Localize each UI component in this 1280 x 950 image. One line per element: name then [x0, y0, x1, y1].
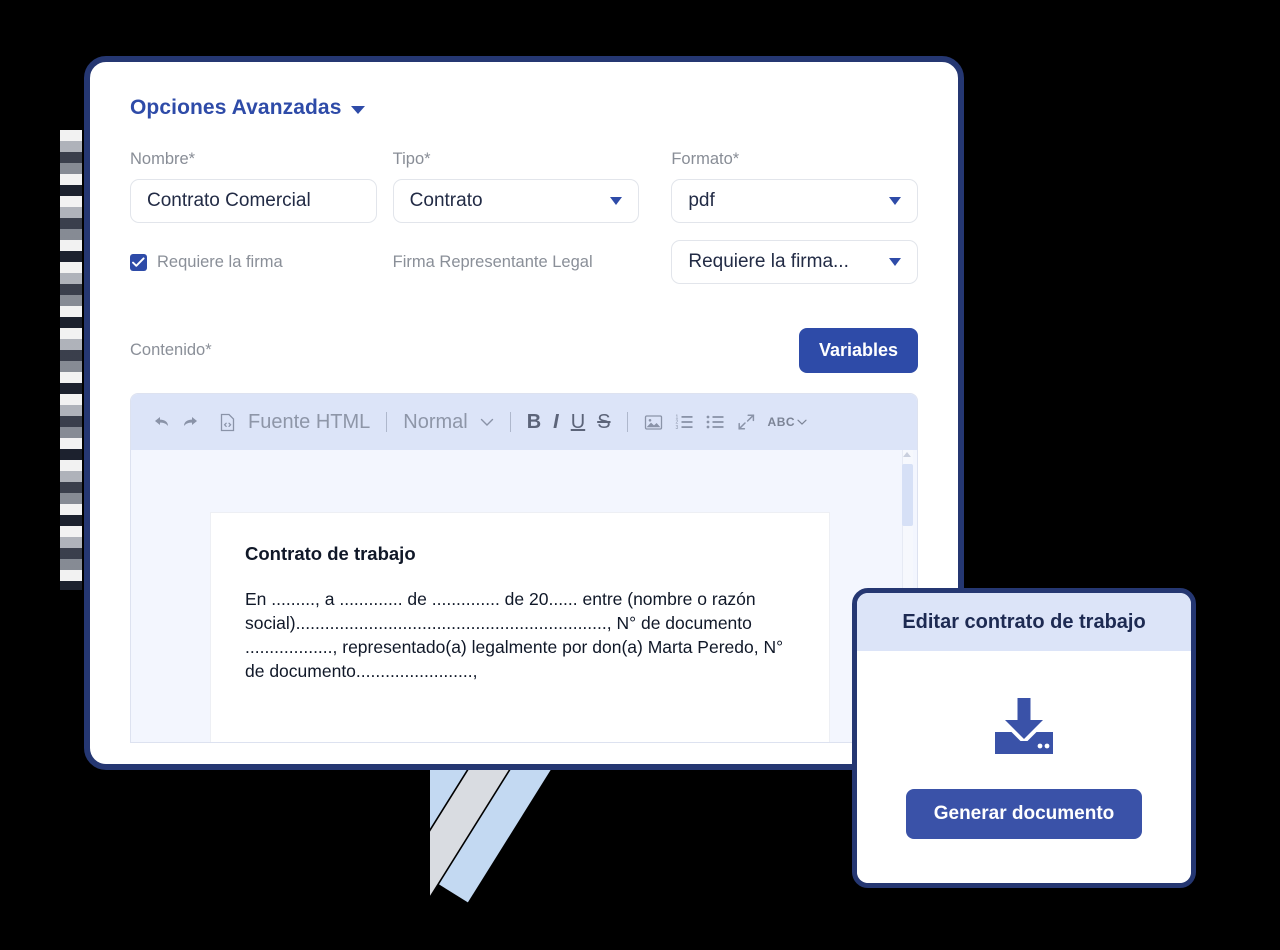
page-title[interactable]: Opciones Avanzadas — [130, 96, 918, 120]
firma-select-value: Requiere la firma... — [688, 251, 849, 272]
decorative-dotted-strip — [60, 130, 82, 590]
field-group-formato: Formato* pdf — [671, 150, 919, 223]
field-row-primary: Nombre* Contrato Comercial Tipo* Contrat… — [130, 150, 919, 223]
field-group-nombre: Nombre* Contrato Comercial — [130, 150, 377, 223]
fullscreen-icon[interactable] — [737, 413, 756, 431]
image-icon[interactable] — [644, 414, 663, 431]
chevron-down-icon — [610, 197, 623, 205]
document-heading: Contrato de trabajo — [245, 543, 416, 564]
spellcheck-button[interactable]: ABC — [768, 415, 808, 429]
modal-title: Editar contrato de trabajo — [857, 593, 1191, 651]
italic-button[interactable]: I — [553, 411, 559, 434]
toolbar-divider — [386, 412, 388, 432]
paragraph-style-label[interactable]: Normal — [403, 411, 467, 434]
firma-select[interactable]: Requiere la firma... — [671, 240, 919, 284]
bold-button[interactable]: B — [527, 411, 541, 434]
checkbox-checked-icon[interactable] — [130, 253, 147, 271]
modal-body: Generar documento — [857, 651, 1191, 883]
firma-representante-legal-label: Firma Representante Legal — [392, 252, 593, 271]
requiere-firma-label: Requiere la firma — [157, 252, 283, 271]
label-nombre: Nombre* — [130, 150, 196, 168]
editor-canvas[interactable]: Contrato de trabajo En ........., a ....… — [131, 450, 917, 742]
chevron-down-icon[interactable] — [480, 418, 494, 427]
unordered-list-icon[interactable] — [706, 414, 725, 430]
label-formato: Formato* — [671, 150, 740, 168]
scroll-up-arrow-icon[interactable] — [903, 452, 911, 457]
tipo-select-value: Contrato — [409, 190, 483, 211]
tipo-select[interactable]: Contrato — [392, 179, 640, 223]
field-group-firma-select: Requiere la firma... — [671, 240, 919, 284]
generate-document-modal: Editar contrato de trabajo Generar docum… — [852, 588, 1196, 888]
field-group-tipo: Tipo* Contrato — [392, 150, 640, 223]
editor-toolbar: Fuente HTML Normal B I U S 1 2 3 ABC — [131, 394, 917, 450]
download-icon — [991, 696, 1057, 763]
rich-text-editor: Fuente HTML Normal B I U S 1 2 3 ABC Con… — [130, 393, 918, 743]
nombre-input-value: Contrato Comercial — [147, 190, 311, 211]
ordered-list-icon[interactable]: 123 — [675, 414, 694, 430]
chevron-down-icon — [889, 197, 902, 205]
chevron-down-icon — [797, 419, 807, 425]
formato-select[interactable]: pdf — [671, 179, 919, 223]
html-source-label[interactable]: Fuente HTML — [248, 411, 370, 434]
undo-icon[interactable] — [153, 415, 170, 430]
strikethrough-button[interactable]: S — [597, 411, 610, 434]
nombre-input[interactable]: Contrato Comercial — [130, 179, 377, 223]
html-source-icon[interactable] — [219, 413, 236, 432]
screenshot-root: Opciones Avanzadas Nombre* Contrato Come… — [0, 0, 1280, 950]
document-paragraph: En ........., a ............. de .......… — [245, 589, 784, 681]
editor-scrollbar-thumb[interactable] — [902, 464, 913, 526]
requiere-firma-checkbox-group[interactable]: Requiere la firma — [130, 253, 377, 272]
underline-button[interactable]: U — [571, 411, 585, 434]
toolbar-divider — [626, 412, 628, 432]
label-tipo: Tipo* — [392, 150, 431, 168]
label-contenido: Contenido* — [130, 341, 212, 359]
svg-text:3: 3 — [675, 425, 678, 430]
generar-documento-button[interactable]: Generar documento — [905, 788, 1143, 839]
document-page[interactable]: Contrato de trabajo En ........., a ....… — [210, 512, 830, 742]
redo-icon[interactable] — [182, 415, 199, 430]
spellcheck-label: ABC — [767, 415, 796, 429]
chevron-down-icon — [889, 258, 902, 266]
content-header-row: Contenido* Variables — [130, 328, 918, 373]
formato-select-value: pdf — [688, 190, 715, 211]
advanced-options-card: Opciones Avanzadas Nombre* Contrato Come… — [84, 56, 964, 770]
toolbar-divider — [509, 412, 511, 432]
field-row-secondary: Requiere la firma Firma Representante Le… — [130, 240, 919, 284]
variables-button[interactable]: Variables — [798, 328, 918, 373]
chevron-down-icon[interactable] — [351, 105, 366, 114]
section-title-label: Opciones Avanzadas — [130, 96, 342, 119]
